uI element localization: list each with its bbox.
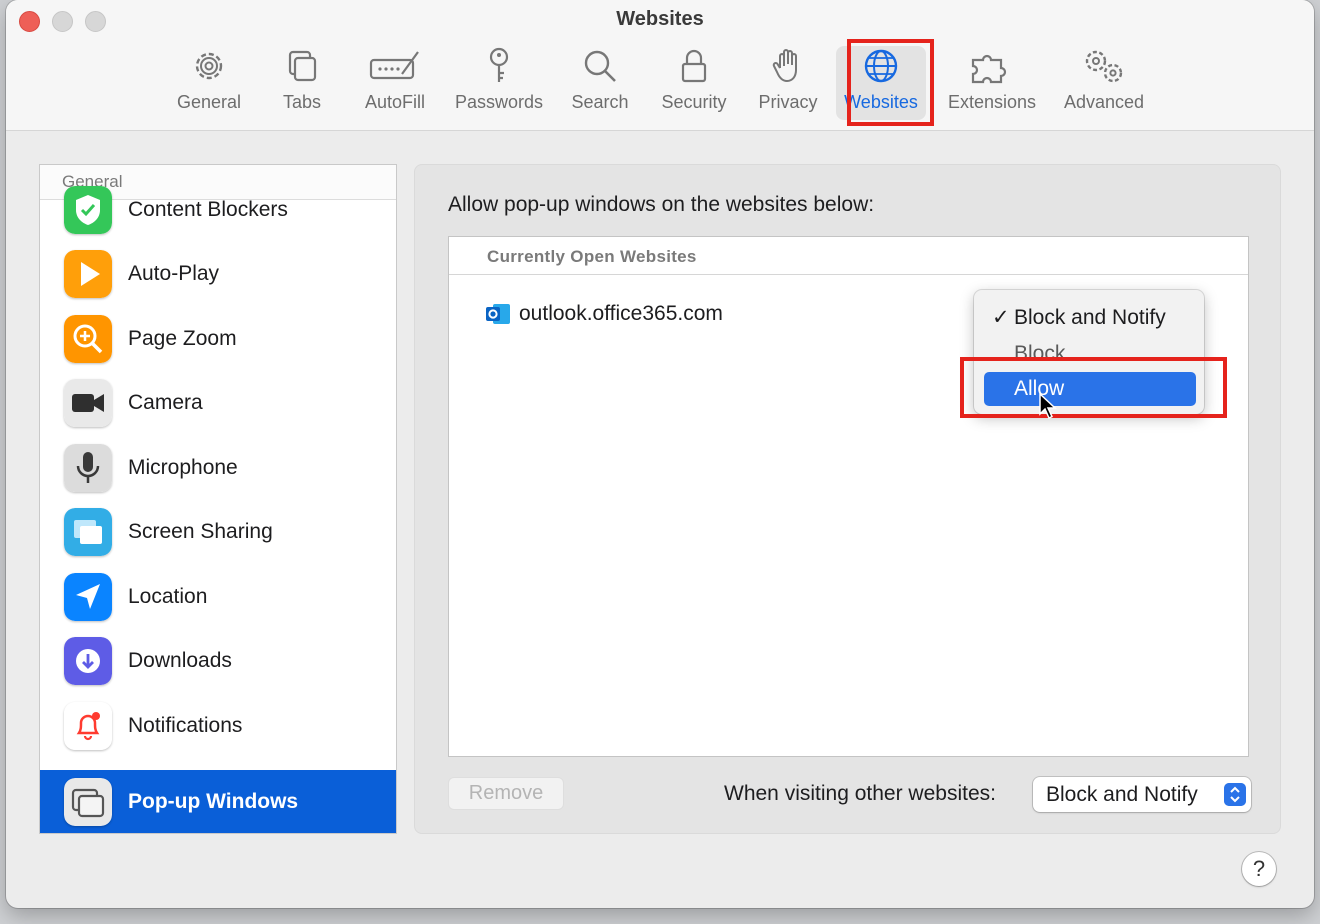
- sidebar-item-label: Pop-up Windows: [128, 790, 299, 813]
- toolbar-autofill-label: AutoFill: [364, 92, 426, 112]
- toolbar-passwords-label: Passwords: [454, 92, 544, 112]
- lock-icon: [681, 49, 707, 83]
- table-row[interactable]: outlook.office365.com: [485, 299, 723, 329]
- shield-check-icon: [64, 186, 112, 234]
- toolbar-autofill[interactable]: AutoFill: [352, 46, 438, 120]
- outlook-icon: [486, 304, 510, 325]
- toolbar-privacy[interactable]: Privacy: [750, 46, 826, 120]
- zoom-icon: [64, 315, 112, 363]
- remove-button[interactable]: Remove: [448, 777, 564, 810]
- sidebar-item-label: Camera: [128, 391, 203, 414]
- highlight-box-allow: [960, 357, 1227, 418]
- menu-item-label: Block and Notify: [1014, 306, 1166, 329]
- toolbar-extensions[interactable]: Extensions: [942, 46, 1042, 120]
- sidebar-item-label: Microphone: [128, 456, 238, 479]
- tabs-icon: [288, 50, 317, 82]
- puzzle-icon: [971, 54, 1007, 84]
- sidebar-item-label: Downloads: [128, 649, 232, 672]
- toolbar-search[interactable]: Search: [562, 46, 638, 120]
- sidebar-item-label: Location: [128, 585, 208, 608]
- sidebar: General Content Blockers Auto-Play Page …: [39, 164, 397, 834]
- sidebar-item-downloads[interactable]: Downloads: [40, 629, 396, 693]
- bell-icon: [64, 702, 112, 750]
- microphone-icon: [64, 444, 112, 492]
- popup-windows-icon: [64, 778, 112, 826]
- camera-icon: [64, 379, 112, 427]
- sidebar-item-screen-sharing[interactable]: Screen Sharing: [40, 500, 396, 564]
- titlebar: Websites General Tabs AutoFill Passwords…: [6, 0, 1314, 131]
- popup-settings-panel: Allow pop-up windows on the websites bel…: [414, 164, 1281, 834]
- toolbar-privacy-label: Privacy: [758, 92, 818, 112]
- checkmark-icon: ✓: [992, 306, 1010, 329]
- mouse-cursor-icon: [1039, 392, 1057, 420]
- help-button[interactable]: ?: [1242, 852, 1276, 886]
- toolbar-general[interactable]: General: [166, 46, 252, 120]
- toolbar-advanced[interactable]: Advanced: [1056, 46, 1152, 120]
- toolbar-general-label: General: [176, 92, 242, 112]
- toolbar-search-label: Search: [571, 92, 629, 112]
- sidebar-item-label: Auto-Play: [128, 262, 220, 285]
- table-header: Currently Open Websites: [449, 237, 1248, 275]
- toolbar-tabs-label: Tabs: [282, 92, 322, 112]
- sidebar-item-content-blockers[interactable]: Content Blockers: [40, 178, 396, 242]
- gear-icon: [195, 52, 223, 80]
- preferences-window: Websites General Tabs AutoFill Passwords…: [6, 0, 1314, 908]
- sidebar-item-label: Page Zoom: [128, 327, 237, 350]
- sidebar-item-location[interactable]: Location: [40, 565, 396, 629]
- toolbar-extensions-label: Extensions: [947, 92, 1037, 112]
- search-icon: [584, 50, 616, 82]
- other-websites-value: Block and Notify: [1046, 783, 1198, 806]
- sidebar-item-label: Notifications: [128, 714, 243, 737]
- toolbar-security[interactable]: Security: [652, 46, 736, 120]
- sidebar-item-label: Screen Sharing: [128, 520, 273, 543]
- toolbar-tabs[interactable]: Tabs: [264, 46, 340, 120]
- highlight-box-websites: [847, 39, 934, 126]
- hand-icon: [772, 49, 797, 83]
- other-websites-label: When visiting other websites:: [724, 782, 996, 805]
- panel-caption: Allow pop-up windows on the websites bel…: [448, 193, 875, 216]
- other-websites-popup[interactable]: Block and Notify: [1033, 777, 1251, 812]
- sidebar-item-label: Content Blockers: [128, 198, 288, 221]
- toolbar-security-label: Security: [661, 92, 727, 112]
- toolbar-passwords[interactable]: Passwords: [446, 46, 552, 120]
- toolbar-advanced-label: Advanced: [1063, 92, 1145, 112]
- menu-item-block-and-notify[interactable]: ✓ Block and Notify: [984, 301, 1196, 335]
- window-title: Websites: [616, 8, 704, 30]
- location-arrow-icon: [64, 573, 112, 621]
- sidebar-item-microphone[interactable]: Microphone: [40, 436, 396, 500]
- sidebar-item-camera[interactable]: Camera: [40, 371, 396, 435]
- autofill-icon: [369, 51, 419, 80]
- sidebar-item-page-zoom[interactable]: Page Zoom: [40, 307, 396, 371]
- gears-icon: [1085, 50, 1123, 83]
- download-icon: [64, 637, 112, 685]
- stepper-chevrons-icon: [1224, 783, 1246, 806]
- screen-sharing-icon: [64, 508, 112, 556]
- play-icon: [64, 250, 112, 298]
- sidebar-item-auto-play[interactable]: Auto-Play: [40, 242, 396, 306]
- site-domain: outlook.office365.com: [519, 302, 723, 325]
- key-icon: [489, 47, 509, 82]
- sidebar-item-notifications[interactable]: Notifications: [40, 694, 396, 758]
- sidebar-item-popup-windows[interactable]: Pop-up Windows: [40, 770, 396, 833]
